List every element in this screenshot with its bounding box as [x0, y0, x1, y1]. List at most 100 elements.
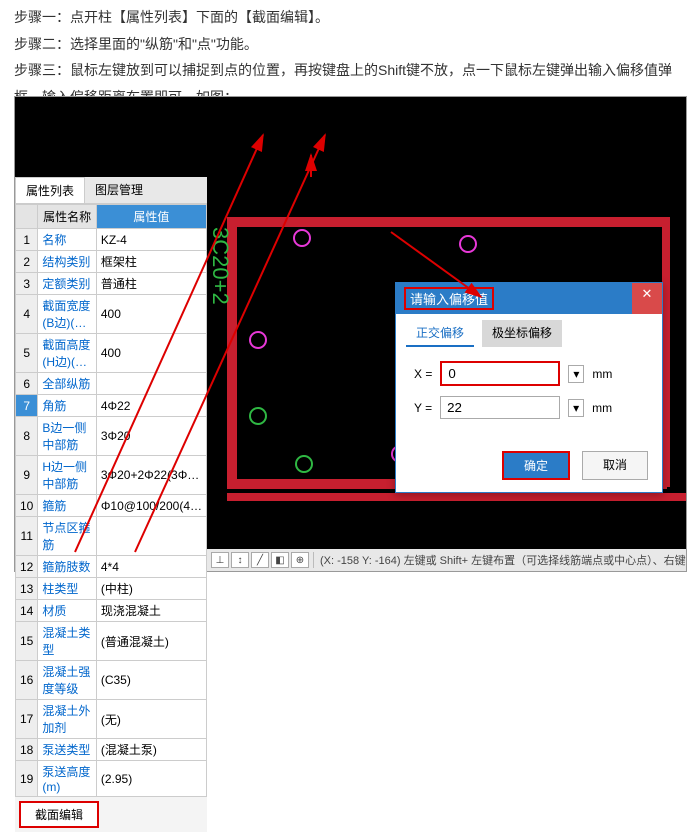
row-idx: 4: [16, 295, 38, 334]
row-idx: 12: [16, 556, 38, 578]
panel-tabs: 属性列表 图层管理: [15, 177, 207, 204]
section-edit-button[interactable]: 截面编辑: [19, 801, 99, 828]
prop-name: B边一侧中部筋: [38, 417, 96, 456]
row-idx: 10: [16, 495, 38, 517]
row-idx: 14: [16, 600, 38, 622]
dimension-text: 3C20+2: [207, 227, 233, 305]
table-row[interactable]: 17 混凝土外加剂 (无): [16, 700, 207, 739]
hint-text: 左键或 Shift+ 左键布置（可选择线筋端点或中心点）、右键中止: [404, 555, 686, 567]
offset-title: 请输入偏移值: [404, 287, 494, 310]
table-row[interactable]: 12 箍筋肢数 4*4: [16, 556, 207, 578]
tab-ortho[interactable]: 正交偏移: [406, 320, 474, 347]
rebar-marker: [293, 229, 311, 247]
prop-name: 泵送类型: [38, 739, 96, 761]
rebar-marker: [249, 407, 267, 425]
table-row[interactable]: 15 混凝土类型 (普通混凝土): [16, 622, 207, 661]
tab-properties[interactable]: 属性列表: [15, 177, 85, 203]
ok-button[interactable]: 确定: [502, 451, 570, 480]
prop-name: 截面高度(H边)(…: [38, 334, 96, 373]
rebar-marker: [459, 235, 477, 253]
table-row[interactable]: 2 结构类别 框架柱: [16, 251, 207, 273]
row-idx: 2: [16, 251, 38, 273]
prop-value[interactable]: 400: [96, 295, 206, 334]
prop-value[interactable]: (混凝土泵): [96, 739, 206, 761]
table-row[interactable]: 18 泵送类型 (混凝土泵): [16, 739, 207, 761]
prop-value[interactable]: 框架柱: [96, 251, 206, 273]
prop-name: 混凝土强度等级: [38, 661, 96, 700]
offset-title-bar[interactable]: 请输入偏移值 ✕: [396, 283, 662, 314]
row-idx: 5: [16, 334, 38, 373]
table-row[interactable]: 13 柱类型 (中柱): [16, 578, 207, 600]
table-row[interactable]: 7 角筋 4Φ22: [16, 395, 207, 417]
prop-value[interactable]: 现浇混凝土: [96, 600, 206, 622]
tool-icon[interactable]: ╱: [251, 552, 269, 568]
table-row[interactable]: 8 B边一侧中部筋 3Φ20: [16, 417, 207, 456]
prop-value[interactable]: 400: [96, 334, 206, 373]
table-row[interactable]: 3 定额类别 普通柱: [16, 273, 207, 295]
prop-value[interactable]: [96, 373, 206, 395]
prop-value[interactable]: (C35): [96, 661, 206, 700]
row-idx: 8: [16, 417, 38, 456]
prop-name: 泵送高度(m): [38, 761, 96, 797]
x-input[interactable]: [440, 361, 560, 386]
tool-icon[interactable]: ↕: [231, 552, 249, 568]
prop-value[interactable]: Φ10@100/200(4…: [96, 495, 206, 517]
prop-value[interactable]: 3Φ20: [96, 417, 206, 456]
cancel-button[interactable]: 取消: [582, 451, 648, 480]
property-panel: 属性列表 图层管理 属性名称 属性值 1 名称 KZ-42 结构类别 框架柱3 …: [15, 177, 207, 832]
y-input[interactable]: [440, 396, 560, 419]
coords-text: (X: -158 Y: -164): [320, 555, 401, 567]
table-row[interactable]: 11 节点区箍筋: [16, 517, 207, 556]
prop-value[interactable]: (普通混凝土): [96, 622, 206, 661]
table-row[interactable]: 16 混凝土强度等级 (C35): [16, 661, 207, 700]
offset-dialog: 请输入偏移值 ✕ 正交偏移 极坐标偏移 X = ▾ mm Y = ▾ mm: [395, 282, 663, 493]
x-label: X =: [414, 367, 432, 381]
prop-name: 结构类别: [38, 251, 96, 273]
close-icon[interactable]: ✕: [632, 283, 662, 314]
prop-value[interactable]: 4Φ22: [96, 395, 206, 417]
tab-layers[interactable]: 图层管理: [85, 177, 153, 203]
table-row[interactable]: 5 截面高度(H边)(… 400: [16, 334, 207, 373]
prop-value[interactable]: KZ-4: [96, 229, 206, 251]
table-row[interactable]: 1 名称 KZ-4: [16, 229, 207, 251]
row-idx: 13: [16, 578, 38, 600]
prop-value[interactable]: (中柱): [96, 578, 206, 600]
prop-name: 混凝土类型: [38, 622, 96, 661]
row-idx: 9: [16, 456, 38, 495]
row-idx: 3: [16, 273, 38, 295]
prop-value[interactable]: 普通柱: [96, 273, 206, 295]
tool-icon[interactable]: ◧: [271, 552, 289, 568]
offset-tabs: 正交偏移 极坐标偏移: [396, 314, 662, 347]
y-unit: mm: [592, 401, 612, 415]
row-idx: 11: [16, 517, 38, 556]
prop-name: 柱类型: [38, 578, 96, 600]
x-dropdown-icon[interactable]: ▾: [568, 365, 584, 383]
screenshot: 截面编辑 ✕ 选择 纵筋 箍筋 点 ▾ 显示标注 删除 清空钢筋 布角筋 布边筋: [14, 96, 687, 572]
row-idx: 7: [16, 395, 38, 417]
row-idx: 15: [16, 622, 38, 661]
table-row[interactable]: 4 截面宽度(B边)(… 400: [16, 295, 207, 334]
y-dropdown-icon[interactable]: ▾: [568, 399, 584, 417]
tab-polar[interactable]: 极坐标偏移: [482, 320, 562, 347]
tool-icon[interactable]: ⊥: [211, 552, 229, 568]
row-idx: 16: [16, 661, 38, 700]
row-idx: 19: [16, 761, 38, 797]
tool-icon[interactable]: ⊕: [291, 552, 309, 568]
rebar-line: [227, 493, 686, 501]
table-row[interactable]: 14 材质 现浇混凝土: [16, 600, 207, 622]
prop-value[interactable]: 3Φ20+2Φ22(3Φ…: [96, 456, 206, 495]
table-row[interactable]: 6 全部纵筋: [16, 373, 207, 395]
prop-value[interactable]: [96, 517, 206, 556]
prop-value[interactable]: 4*4: [96, 556, 206, 578]
rebar-marker: [295, 455, 313, 473]
status-text: (X: -158 Y: -164) 左键或 Shift+ 左键布置（可选择线筋端…: [314, 552, 686, 568]
prop-name: 节点区箍筋: [38, 517, 96, 556]
prop-value[interactable]: (无): [96, 700, 206, 739]
prop-value[interactable]: (2.95): [96, 761, 206, 797]
table-row[interactable]: 9 H边一侧中部筋 3Φ20+2Φ22(3Φ…: [16, 456, 207, 495]
table-row[interactable]: 19 泵送高度(m) (2.95): [16, 761, 207, 797]
table-row[interactable]: 10 箍筋 Φ10@100/200(4…: [16, 495, 207, 517]
prop-name: 混凝土外加剂: [38, 700, 96, 739]
row-idx: 6: [16, 373, 38, 395]
step2: 步骤二：选择里面的"纵筋"和"点"功能。: [14, 31, 679, 58]
